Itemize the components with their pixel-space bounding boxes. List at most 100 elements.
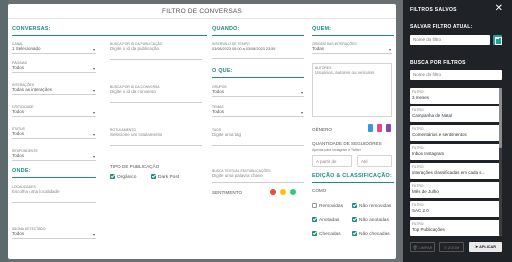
removidas-checkbox[interactable]: Removidas: [312, 203, 343, 209]
saved-filter-key: FILTRO:: [412, 145, 425, 150]
origem-interacoes-select[interactable]: ORIGEM DAS INTERAÇÕES Todas: [312, 42, 392, 54]
sentimento-label: SENTIMENTO: [212, 190, 243, 195]
saved-filter-item[interactable]: FILTRO: Top Publicações: [410, 220, 502, 236]
saved-filter-item[interactable]: FILTRO: Mês de Julho: [410, 182, 502, 198]
localidades-placeholder: Escolha uma localidade: [12, 189, 60, 194]
busca-publicacao-placeholder: Digite o id da publicação: [110, 46, 160, 51]
saved-filter-key: FILTRO:: [412, 202, 425, 207]
saved-filter-name: Comentários e sentimentos: [412, 132, 467, 137]
paginas-select[interactable]: PÁGINAS Todos: [12, 61, 96, 73]
saved-filters-scrollbar[interactable]: [499, 88, 502, 236]
saved-filter-item[interactable]: FILTRO: 3 meses: [410, 88, 502, 104]
apply-button[interactable]: ➤ APLICAR: [469, 242, 502, 252]
nao-anotadas-label: Não anotadas: [359, 217, 389, 223]
anotadas-checkbox[interactable]: Anotadas: [312, 217, 339, 223]
page-backdrop: [0, 0, 8, 262]
other-gender-icon[interactable]: [386, 124, 391, 132]
organico-checkbox[interactable]: Orgânico: [110, 174, 136, 180]
seguidores-from-placeholder: A partir de: [316, 159, 337, 164]
interacoes-select[interactable]: INTERAÇÕES Todas as interações: [12, 83, 96, 95]
checkbox-unchecked-icon: [312, 203, 317, 208]
close-icon[interactable]: ✕: [495, 4, 503, 14]
checkbox-checked-icon: [312, 231, 317, 236]
section-edicao-title: EDIÇÃO & CLASSIFICAÇÃO:: [312, 173, 393, 179]
chevron-down-icon: [93, 112, 95, 114]
busca-conversa-input[interactable]: BUSCA POR ID DA CONVERSA Digite o id da …: [110, 85, 202, 103]
saved-filter-item[interactable]: FILTRO: Campanha de Natal: [410, 106, 502, 122]
saved-filter-name: Mês de Julho: [412, 189, 439, 194]
origem-value: Todas: [312, 46, 325, 51]
seguidores-hint: Apenas para Instagram e Twitter: [312, 148, 361, 152]
section-oque-divider: [212, 77, 304, 78]
saved-filter-key: FILTRO:: [412, 221, 425, 226]
nao-anotadas-checkbox[interactable]: Não anotadas: [352, 217, 389, 223]
organico-label: Orgânico: [117, 174, 137, 180]
clear-button[interactable]: 🗑 LIMPAR: [410, 242, 435, 252]
checkbox-checked-icon: [352, 231, 357, 236]
busca-textual-input[interactable]: BUSCA TEXTUAL EM PUBLICAÇÕES Digite uma …: [212, 169, 304, 183]
female-gender-icon[interactable]: [377, 124, 382, 132]
checkbox-checked-icon: [110, 174, 115, 179]
section-quem-title: QUEM:: [312, 26, 332, 32]
section-oque-title: O QUE:: [212, 68, 233, 74]
chevron-down-icon: [93, 49, 95, 51]
checadas-checkbox[interactable]: Checadas: [312, 231, 341, 237]
negative-sentiment-icon[interactable]: [270, 189, 276, 195]
checkbox-checked-icon: [312, 217, 317, 222]
removidas-label: Removidas: [319, 203, 343, 209]
zoom-button[interactable]: ⊙ ZOOM: [439, 242, 464, 252]
rotulamento-input[interactable]: ROTULAMENTO Selecione um rotulamento: [110, 128, 202, 146]
seguidores-label: QUANTIDADE DE SEGUIDORES: [312, 141, 382, 146]
seguidores-from-input[interactable]: A partir de: [312, 155, 352, 167]
autores-input[interactable]: AUTORES Usuários, autores ou veículos: [312, 63, 392, 117]
scrollbar-thumb[interactable]: [499, 88, 502, 148]
saved-filters-list: FILTRO: 3 meses FILTRO: Campanha de Nata…: [410, 88, 505, 236]
busca-publicacao-input[interactable]: BUSCA POR ID DA PUBLICAÇÃO Digite o id d…: [110, 42, 202, 60]
chevron-down-icon: [93, 68, 95, 70]
anotadas-label: Anotadas: [319, 217, 340, 223]
saved-filter-item[interactable]: FILTRO: SAC 2.0: [410, 201, 502, 217]
idioma-select[interactable]: IDIOMA DETECTADO Todos: [12, 227, 96, 239]
saved-filter-name: SAC 2.0: [412, 208, 429, 213]
respondente-select[interactable]: RESPONDENTE Todos: [12, 149, 96, 161]
saved-filter-name: Campanha de Natal: [412, 113, 453, 118]
saved-filter-item[interactable]: FILTRO: interações classificadas em cada…: [410, 163, 502, 179]
nao-checadas-label: Não checadas: [359, 231, 390, 237]
neutral-sentiment-icon[interactable]: [280, 189, 286, 195]
checadas-label: Checadas: [319, 231, 341, 237]
canal-select[interactable]: CANAL 1 Selecionado: [12, 42, 96, 54]
save-filter-input[interactable]: Nome do filtro: [410, 35, 490, 45]
seguidores-to-input[interactable]: Até: [357, 155, 392, 167]
section-quem-divider: [312, 35, 394, 36]
criticidade-select[interactable]: CRITICIDADE Todos: [12, 105, 96, 117]
intervalo-tempo-input[interactable]: INTERVALO DE TEMPO 03/08/2023 00:00 a 03…: [212, 42, 304, 59]
idioma-value: Todos: [12, 231, 25, 236]
chevron-down-icon: [301, 92, 303, 94]
section-edicao-divider: [312, 182, 394, 183]
rotulamento-placeholder: Selecione um rotulamento: [110, 132, 163, 137]
tags-input[interactable]: TAGS Digite uma tag: [212, 128, 304, 146]
modal-title: FILTRO DE CONVERSAS: [8, 4, 396, 19]
saved-filter-key: FILTRO:: [412, 164, 425, 169]
zoom-icon: ⊙: [443, 246, 447, 250]
dark-post-checkbox[interactable]: Dark Post: [151, 174, 179, 180]
grupos-select[interactable]: GRUPOS Todos: [212, 85, 304, 97]
checkbox-checked-icon: [352, 217, 357, 222]
temas-select[interactable]: TEMAS Todos: [212, 105, 304, 117]
positive-sentiment-icon[interactable]: [290, 189, 296, 195]
saved-filter-item[interactable]: FILTRO: Comentários e sentimentos: [410, 125, 502, 141]
localidades-input[interactable]: LOCALIDADES Escolha uma localidade: [12, 185, 96, 203]
section-onde-divider: [12, 177, 96, 178]
nao-removidas-checkbox[interactable]: Não removidas: [352, 203, 391, 209]
nao-checadas-checkbox[interactable]: Não checadas: [352, 231, 390, 237]
saved-filter-key: FILTRO:: [412, 183, 425, 188]
male-gender-icon[interactable]: [368, 124, 373, 132]
search-filters-input[interactable]: Nome do filtro: [410, 70, 502, 80]
status-value: Todos: [12, 131, 25, 136]
status-select[interactable]: STATUS Todos: [12, 127, 96, 139]
criticidade-value: Todos: [12, 109, 25, 114]
saved-filter-item[interactable]: FILTRO: Inbox Instagram: [410, 144, 502, 160]
section-conversas-divider: [12, 35, 207, 36]
save-icon[interactable]: [493, 35, 502, 45]
section-quando-title: QUANDO:: [212, 26, 240, 32]
